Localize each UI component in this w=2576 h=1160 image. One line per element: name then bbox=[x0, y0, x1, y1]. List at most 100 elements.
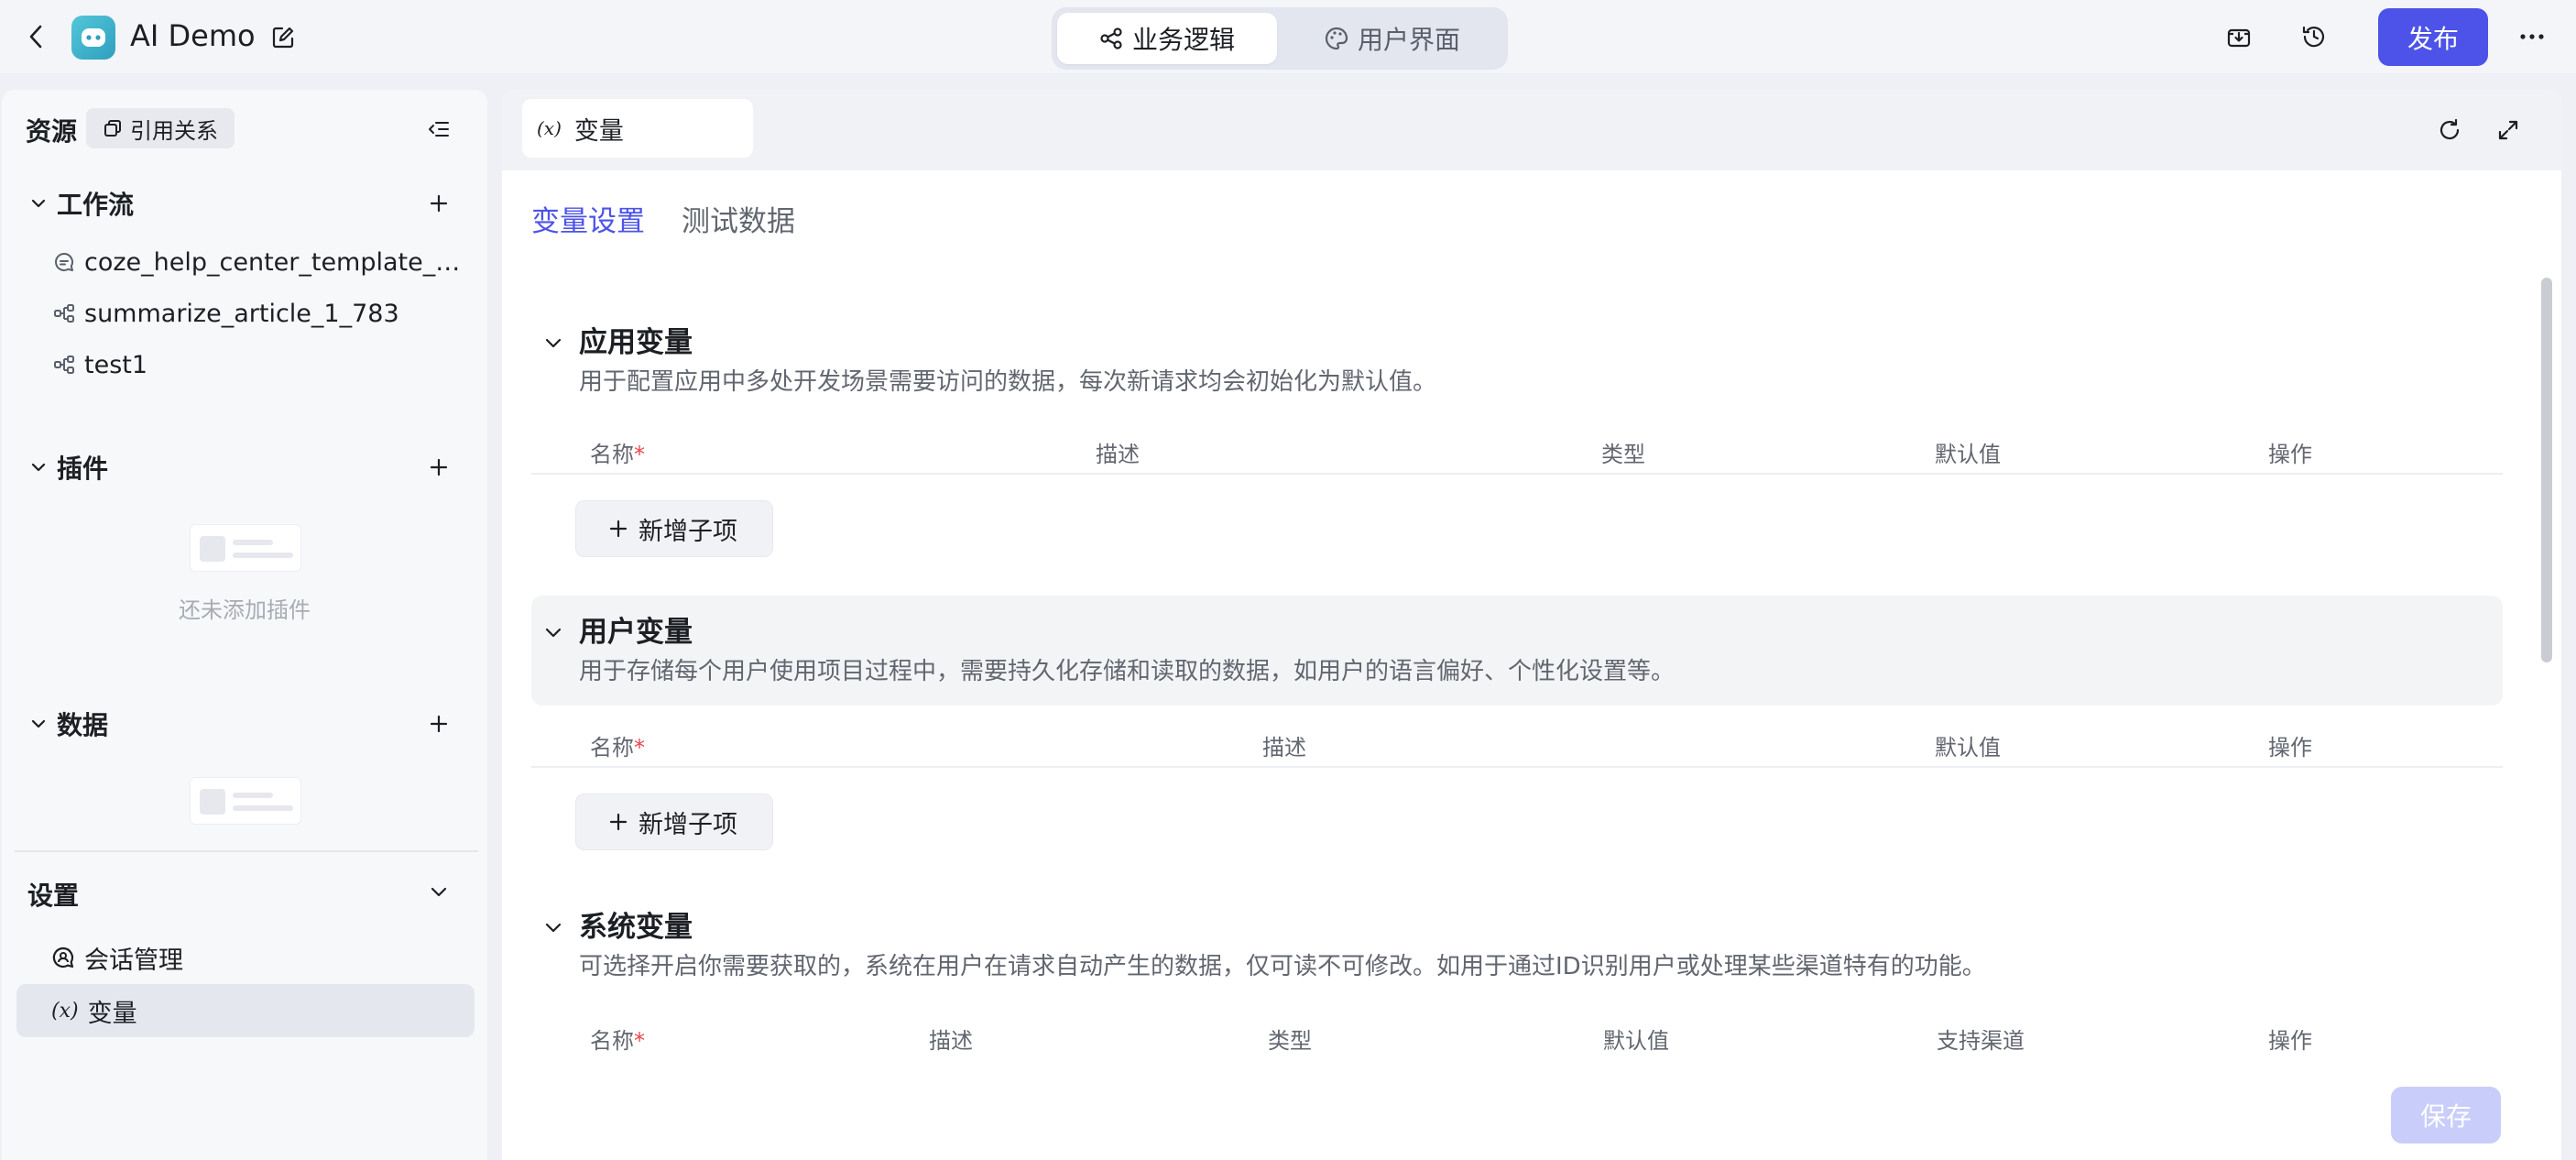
column-header-channels: 支持渠道 bbox=[1937, 1028, 2025, 1054]
chevron-down-icon bbox=[431, 887, 447, 896]
chevron-down-icon bbox=[29, 458, 48, 476]
chat-icon bbox=[55, 253, 73, 271]
column-header-description: 描述 bbox=[929, 1028, 973, 1054]
user-variables-description: 用于存储每个用户使用项目过程中，需要持久化存储和读取的数据，如用户的语言偏好、个… bbox=[579, 658, 1675, 685]
column-header-type: 类型 bbox=[1601, 442, 1645, 467]
workflow-item[interactable]: coze_help_center_template_1... bbox=[53, 242, 475, 282]
column-header-default: 默认值 bbox=[1935, 442, 2001, 467]
add-data-button[interactable] bbox=[425, 710, 453, 738]
tab-variables-label: 变量 bbox=[573, 116, 624, 146]
app-title: AI Demo bbox=[130, 18, 256, 53]
add-app-variable-button[interactable]: 新增子项 bbox=[575, 500, 773, 557]
tab-user-interface[interactable]: 用户界面 bbox=[1283, 13, 1502, 64]
chevron-down-icon bbox=[545, 338, 562, 347]
empty-placeholder-icon bbox=[190, 524, 301, 572]
expand-icon bbox=[2498, 120, 2518, 140]
back-button[interactable] bbox=[22, 20, 49, 53]
vertical-scrollbar[interactable] bbox=[2541, 278, 2552, 662]
settings-toggle[interactable] bbox=[425, 878, 453, 905]
workflow-section-header[interactable]: 工作流 bbox=[2, 185, 487, 222]
workflow-item-label: coze_help_center_template_1... bbox=[83, 247, 475, 277]
plus-icon bbox=[430, 458, 448, 476]
plus-icon bbox=[609, 520, 628, 538]
save-button[interactable]: 保存 bbox=[2391, 1087, 2501, 1144]
top-bar: AI Demo 业务逻辑 用户界面 发布 bbox=[0, 0, 2576, 73]
more-button[interactable] bbox=[2516, 20, 2549, 53]
user-variables-section: 用户变量 用于存储每个用户使用项目过程中，需要持久化存储和读取的数据，如用户的语… bbox=[531, 596, 2503, 706]
plugins-section-title: 插件 bbox=[57, 454, 109, 484]
plus-icon bbox=[430, 715, 448, 733]
settings-item-conversation[interactable]: 会话管理 bbox=[16, 931, 475, 984]
column-header-actions: 操作 bbox=[2268, 442, 2312, 467]
settings-item-label: 变量 bbox=[87, 999, 137, 1028]
system-variables-section: 系统变量 可选择开启你需要获取的，系统在用户在请求自动产生的数据，仅可读不可修改… bbox=[531, 900, 2503, 1010]
column-header-description: 描述 bbox=[1096, 442, 1140, 467]
plugins-empty-text: 还未添加插件 bbox=[179, 597, 311, 623]
user-variables-toggle[interactable] bbox=[542, 621, 564, 643]
app-logo bbox=[71, 16, 115, 60]
fullscreen-button[interactable] bbox=[2492, 114, 2525, 147]
add-item-label: 新增子项 bbox=[639, 517, 737, 546]
chevron-down-icon bbox=[545, 923, 562, 932]
system-variables-table-header: 名称* 描述 类型 默认值 支持渠道 操作 bbox=[531, 1012, 2503, 1061]
column-header-name: 名称* bbox=[590, 442, 645, 467]
references-button[interactable]: 引用关系 bbox=[86, 108, 235, 148]
workflow-item[interactable]: test1 bbox=[53, 345, 475, 385]
workflow-section-title: 工作流 bbox=[57, 190, 135, 220]
column-header-actions: 操作 bbox=[2268, 1028, 2312, 1054]
chevron-left-icon bbox=[29, 25, 42, 49]
variable-sub-tabs: 变量设置 测试数据 bbox=[531, 198, 795, 239]
chevron-down-icon bbox=[545, 628, 562, 637]
add-item-label: 新增子项 bbox=[639, 810, 737, 839]
resource-sidebar: 资源 引用关系 工作流 coze_help_center_template_1.… bbox=[2, 90, 487, 1160]
mode-switch: 业务逻辑 用户界面 bbox=[1052, 7, 1508, 70]
system-variables-toggle[interactable] bbox=[542, 916, 564, 938]
data-section-header[interactable]: 数据 bbox=[2, 706, 487, 742]
collapse-sidebar-button[interactable] bbox=[425, 115, 453, 143]
plugins-section-header[interactable]: 插件 bbox=[2, 449, 487, 486]
tab-user-interface-label: 用户界面 bbox=[1357, 25, 1460, 55]
variable-icon: (x) bbox=[537, 117, 562, 139]
app-variables-table-header: 名称* 描述 类型 默认值 操作 bbox=[531, 425, 2503, 475]
archive-download-icon bbox=[2227, 28, 2251, 48]
workflow-icon bbox=[54, 304, 74, 323]
variable-icon: (x) bbox=[51, 999, 79, 1023]
empty-placeholder-icon bbox=[190, 777, 301, 825]
add-plugin-button[interactable] bbox=[425, 454, 453, 481]
app-variables-toggle[interactable] bbox=[542, 332, 564, 354]
plus-icon bbox=[430, 194, 448, 213]
variables-panel: (x) 变量 变量设置 测试数据 应用变量 用于配置应用中多处开发场景需要访问的… bbox=[502, 90, 2561, 1160]
column-header-description: 描述 bbox=[1262, 735, 1306, 761]
edit-icon bbox=[272, 27, 294, 49]
copy-icon bbox=[104, 120, 121, 137]
column-header-actions: 操作 bbox=[2268, 735, 2312, 761]
save-version-button[interactable] bbox=[2222, 20, 2255, 53]
column-header-type: 类型 bbox=[1268, 1028, 1312, 1054]
chevron-down-icon bbox=[29, 715, 48, 733]
data-section-title: 数据 bbox=[57, 710, 109, 740]
workflow-item-label: test1 bbox=[84, 350, 148, 379]
workflow-icon bbox=[54, 356, 74, 374]
workflow-item[interactable]: summarize_article_1_783 bbox=[53, 293, 475, 334]
user-variables-title: 用户变量 bbox=[579, 616, 693, 649]
robot-icon bbox=[82, 28, 105, 47]
history-icon bbox=[2302, 26, 2325, 48]
add-user-variable-button[interactable]: 新增子项 bbox=[575, 793, 773, 850]
app-variables-section: 应用变量 用于配置应用中多处开发场景需要访问的数据，每次新请求均会初始化为默认值… bbox=[531, 313, 2503, 423]
settings-item-label: 会话管理 bbox=[84, 946, 183, 975]
chevron-down-icon bbox=[29, 194, 48, 213]
add-workflow-button[interactable] bbox=[425, 190, 453, 217]
sidebar-divider bbox=[15, 850, 478, 852]
publish-button[interactable]: 发布 bbox=[2378, 8, 2488, 66]
edit-app-button[interactable] bbox=[267, 22, 299, 53]
settings-item-variables[interactable]: (x) 变量 bbox=[16, 984, 475, 1037]
tab-variable-settings[interactable]: 变量设置 bbox=[531, 198, 645, 239]
tab-business-logic[interactable]: 业务逻辑 bbox=[1057, 13, 1277, 64]
tab-test-data[interactable]: 测试数据 bbox=[682, 198, 795, 239]
tab-variables[interactable]: (x) 变量 bbox=[522, 99, 753, 158]
system-variables-description: 可选择开启你需要获取的，系统在用户在请求自动产生的数据，仅可读不可修改。如用于通… bbox=[579, 953, 1986, 980]
refresh-button[interactable] bbox=[2433, 114, 2466, 147]
editor-tab-bar: (x) 变量 bbox=[502, 90, 2561, 170]
conversation-icon bbox=[52, 947, 74, 968]
history-button[interactable] bbox=[2298, 20, 2330, 53]
